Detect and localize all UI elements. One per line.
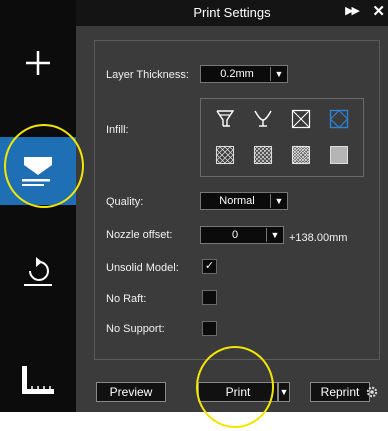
infill-shell-icon[interactable]: [253, 109, 273, 129]
infill-hollow-cup-icon[interactable]: [215, 109, 235, 129]
fast-forward-icon[interactable]: ▶▶: [345, 4, 360, 17]
no-raft-label: No Raft:: [106, 293, 147, 305]
preview-button[interactable]: Preview: [96, 382, 166, 402]
ruler-button[interactable]: [0, 362, 76, 398]
no-support-checkbox[interactable]: [202, 321, 217, 336]
add-icon: [26, 51, 50, 75]
unsolid-model-label: Unsolid Model:: [106, 262, 179, 274]
quality-label: Quality:: [106, 196, 144, 208]
layer-thickness-value: 0.2mm: [220, 68, 254, 80]
infill-grid-dense-icon[interactable]: [291, 145, 311, 165]
chevron-down-icon: ▼: [279, 387, 289, 397]
layer-thickness-dropdown[interactable]: 0.2mm ▼: [200, 65, 288, 83]
infill-label: Infill:: [106, 124, 129, 136]
infill-solid-icon[interactable]: [329, 145, 349, 165]
chevron-down-icon: ▼: [270, 194, 287, 208]
unsolid-model-checkbox[interactable]: ✓: [202, 259, 217, 274]
left-toolbar: [0, 0, 76, 412]
infill-cross-box-icon[interactable]: [291, 109, 311, 129]
infill-grid-sparse-icon[interactable]: [215, 145, 235, 165]
add-button[interactable]: [0, 45, 76, 81]
ruler-icon: [22, 366, 54, 394]
no-support-label: No Support:: [106, 323, 165, 335]
print-settings-panel: Print Settings ▶▶ ✕ Layer Thickness: 0.2…: [76, 0, 388, 412]
gear-icon[interactable]: [366, 386, 378, 398]
quality-dropdown[interactable]: Normal ▼: [200, 192, 288, 210]
no-raft-checkbox[interactable]: [202, 290, 217, 305]
infill-options: [200, 98, 364, 177]
nozzle-offset-label: Nozzle offset:: [106, 229, 173, 241]
title-bar: Print Settings ▶▶ ✕: [76, 0, 388, 26]
close-icon[interactable]: ✕: [372, 2, 385, 20]
layer-thickness-label: Layer Thickness:: [106, 69, 189, 81]
rotate-icon: [24, 257, 52, 286]
nozzle-offset-extra: +138.00mm: [289, 232, 348, 244]
chevron-down-icon: ▼: [266, 228, 283, 242]
panel-title: Print Settings: [193, 5, 271, 20]
infill-grid-medium-icon[interactable]: [253, 145, 273, 165]
infill-diamond-selected-icon[interactable]: [329, 109, 349, 129]
print-options-dropdown[interactable]: ▼: [278, 382, 290, 402]
quality-value: Normal: [219, 195, 255, 207]
print-settings-button[interactable]: [0, 137, 76, 205]
chevron-down-icon: ▼: [270, 67, 287, 81]
nozzle-offset-dropdown[interactable]: 0 ▼: [200, 226, 284, 244]
rotate-button[interactable]: [0, 252, 76, 292]
reprint-button[interactable]: Reprint: [310, 382, 370, 402]
print-settings-icon: [22, 157, 52, 186]
nozzle-offset-value: 0: [231, 229, 239, 241]
print-button[interactable]: Print: [198, 382, 278, 402]
